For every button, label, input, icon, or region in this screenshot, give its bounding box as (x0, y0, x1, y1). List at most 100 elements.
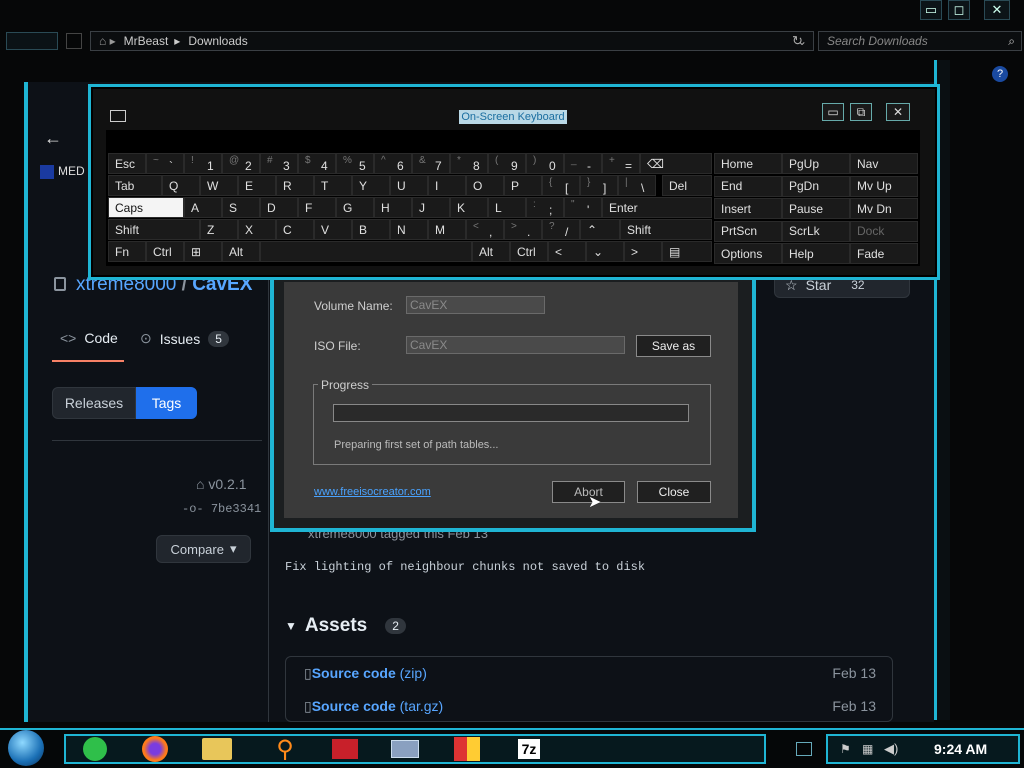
key-end[interactable]: End (714, 175, 782, 197)
key-prtscn[interactable]: PrtScn (714, 220, 782, 242)
key-alt-right[interactable]: Alt (472, 241, 510, 262)
key-z[interactable]: Z (200, 219, 238, 240)
keyboard-close-icon[interactable]: ✕ (886, 103, 910, 121)
key-h[interactable]: H (374, 197, 412, 218)
releases-button[interactable]: Releases (52, 387, 136, 419)
key-mv-dn[interactable]: Mv Dn (850, 198, 918, 219)
tab-issues[interactable]: ⊙ Issues 5 (140, 330, 229, 347)
key-5[interactable]: % 5 (336, 153, 374, 174)
tab-code[interactable]: <> Code (60, 330, 118, 346)
key--[interactable]: _ - (564, 153, 602, 174)
desktop-icon[interactable] (796, 742, 812, 756)
key-dock[interactable]: Dock (850, 220, 918, 242)
key-x[interactable]: X (238, 219, 276, 240)
asset-row[interactable]: ▯ Source code (zip) Feb 13 (304, 665, 876, 682)
key-punct2-0[interactable]: <, (466, 219, 504, 240)
key-k[interactable]: K (450, 197, 488, 218)
key-t[interactable]: T (314, 175, 352, 196)
arrow-left-icon[interactable]: < (548, 241, 586, 262)
start-button[interactable] (8, 730, 44, 766)
arrow-up-icon[interactable]: ⌃ (580, 219, 620, 240)
key-caps[interactable]: Caps (108, 197, 184, 218)
arrow-right-icon[interactable]: > (624, 241, 662, 262)
address-bar[interactable]: ⌂ ▸ MrBeast ▸ Downloads ⌄ (90, 31, 814, 51)
key-mv-up[interactable]: Mv Up (850, 175, 918, 197)
key-d[interactable]: D (260, 197, 298, 218)
key-punct2-2[interactable]: ? / (542, 219, 580, 240)
key-bracket-2[interactable]: | \ (618, 175, 656, 196)
key-scrlk[interactable]: ScrLk (782, 220, 850, 242)
key-space[interactable] (260, 241, 472, 262)
key-ctrl-right[interactable]: Ctrl (510, 241, 548, 262)
key-q[interactable]: Q (162, 175, 200, 196)
firefox-icon[interactable] (136, 734, 174, 764)
network-icon[interactable]: ▦ (862, 742, 873, 756)
tag-label[interactable]: ⌂ v0.2.1 (196, 476, 247, 492)
flag-icon[interactable]: ⚑ (840, 742, 851, 756)
key-alt-left[interactable]: Alt (222, 241, 260, 262)
key-=[interactable]: + = (602, 153, 640, 174)
keyboard-minimize-icon[interactable]: ▭ (822, 103, 844, 121)
backspace-icon[interactable]: ⌫ (640, 153, 712, 174)
website-link[interactable]: www.freeisocreator.com (314, 486, 431, 498)
key-w[interactable]: W (200, 175, 238, 196)
breadcrumb-mrbeast[interactable]: MrBeast (124, 34, 169, 48)
key-nav[interactable]: Nav (850, 153, 918, 174)
view-toggle-icon[interactable] (6, 32, 58, 50)
key-bracket-1[interactable]: }] (580, 175, 618, 196)
key-4[interactable]: $4 (298, 153, 336, 174)
key-9[interactable]: (9 (488, 153, 526, 174)
key-u[interactable]: U (390, 175, 428, 196)
key-bracket-0[interactable]: {[ (542, 175, 580, 196)
breadcrumb-downloads[interactable]: Downloads (188, 34, 247, 48)
key-fade[interactable]: Fade (850, 243, 918, 264)
maximize-icon[interactable]: ◻ (948, 0, 970, 20)
key-pgdn[interactable]: PgDn (782, 175, 850, 197)
refresh-icon[interactable]: ↻ (792, 33, 803, 49)
key-enter[interactable]: Enter (602, 197, 712, 218)
key-8[interactable]: * 8 (450, 153, 488, 174)
minimize-icon[interactable]: ▭ (920, 0, 942, 20)
keyboard-restore-icon[interactable]: ⧉ (850, 103, 872, 121)
red-app-icon[interactable] (326, 734, 364, 764)
key-ctrl-left[interactable]: Ctrl (146, 241, 184, 262)
key-n[interactable]: N (390, 219, 428, 240)
key-options[interactable]: Options (714, 243, 782, 264)
key-a[interactable]: A (184, 197, 222, 218)
key-p[interactable]: P (504, 175, 542, 196)
key-y[interactable]: Y (352, 175, 390, 196)
back-arrow-icon[interactable]: ← (44, 128, 62, 149)
key-punct-0[interactable]: :; (526, 197, 564, 218)
key-l[interactable]: L (488, 197, 526, 218)
key-v[interactable]: V (314, 219, 352, 240)
file-explorer-icon[interactable] (198, 734, 236, 764)
asset-row[interactable]: ▯ Source code (tar.gz) Feb 13 (304, 698, 876, 715)
volume-name-field[interactable]: CavEX (406, 296, 545, 314)
control-panel-icon[interactable] (448, 734, 486, 764)
search-input[interactable]: Search Downloads ⌕ (818, 31, 1022, 51)
key-`[interactable]: ~ ` (146, 153, 184, 174)
clock[interactable]: 9:24 AM (934, 741, 987, 757)
bookmark-med[interactable]: MED (40, 164, 85, 179)
notes-app-icon[interactable] (76, 734, 114, 764)
volume-icon[interactable]: ◀) (884, 741, 898, 757)
key-1[interactable]: ! 1 (184, 153, 222, 174)
key-2[interactable]: @2 (222, 153, 260, 174)
key-del[interactable]: Del (662, 175, 712, 196)
key-7[interactable]: & 7 (412, 153, 450, 174)
key-i[interactable]: I (428, 175, 466, 196)
key-r[interactable]: R (276, 175, 314, 196)
key-c[interactable]: C (276, 219, 314, 240)
close-button[interactable]: Close (637, 481, 711, 503)
iso-file-field[interactable]: CavEX (406, 336, 625, 354)
key-j[interactable]: J (412, 197, 450, 218)
on-screen-keyboard-taskbar-icon[interactable] (386, 734, 424, 764)
windows-icon[interactable]: ⊞ (184, 241, 222, 262)
key-3[interactable]: #3 (260, 153, 298, 174)
key-m[interactable]: M (428, 219, 466, 240)
key-pause[interactable]: Pause (782, 198, 850, 219)
help-icon[interactable]: ? (992, 66, 1008, 82)
key-punct-1[interactable]: " ' (564, 197, 602, 218)
close-icon[interactable]: ✕ (984, 0, 1010, 20)
key-e[interactable]: E (238, 175, 276, 196)
